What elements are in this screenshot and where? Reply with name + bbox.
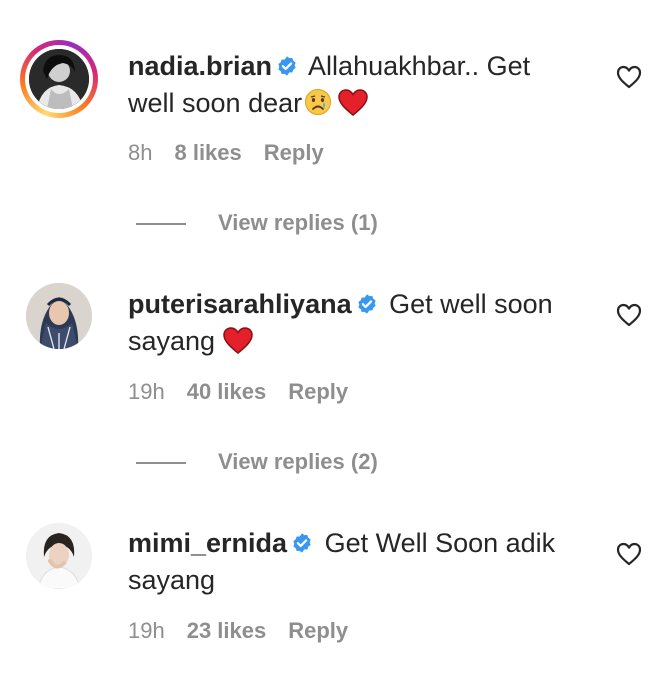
view-replies-label: View replies (1) <box>218 210 378 235</box>
comment-text-block: puterisarahliyana Get well soon sayang <box>128 286 568 360</box>
avatar[interactable] <box>20 40 98 118</box>
replies-divider <box>136 462 186 465</box>
reply-button[interactable]: Reply <box>288 379 348 404</box>
view-replies-label: View replies (2) <box>218 449 378 474</box>
sad-face-emoji-icon <box>305 89 332 115</box>
comment-time: 19h <box>128 379 165 404</box>
view-replies-button[interactable]: View replies (2) <box>136 449 378 475</box>
comment-text-block: nadia.brian Allahuakhbar.. Get well soon… <box>128 48 568 122</box>
comment-likes[interactable]: 40 likes <box>187 379 267 404</box>
red-heart-emoji-icon <box>223 327 253 354</box>
comment-username[interactable]: puterisarahliyana <box>128 289 352 319</box>
comment-text-block: mimi_ernida Get Well Soon adik sayang <box>128 525 568 599</box>
red-heart-emoji-icon <box>338 89 368 116</box>
replies-divider <box>136 223 186 226</box>
comment-likes[interactable]: 23 likes <box>187 618 267 643</box>
view-replies-button[interactable]: View replies (1) <box>136 210 378 236</box>
comment-time: 8h <box>128 140 153 165</box>
comment-likes[interactable]: 8 likes <box>174 140 241 165</box>
verified-badge-icon <box>293 533 311 553</box>
comment-meta: 19h 40 likes Reply <box>128 379 370 405</box>
comment-username[interactable]: nadia.brian <box>128 51 272 81</box>
like-heart-icon[interactable] <box>616 542 642 566</box>
comment-time: 19h <box>128 618 165 643</box>
reply-button[interactable]: Reply <box>264 140 324 165</box>
avatar[interactable] <box>26 523 92 589</box>
comment-username[interactable]: mimi_ernida <box>128 528 287 558</box>
avatar[interactable] <box>26 283 92 349</box>
reply-button[interactable]: Reply <box>288 618 348 643</box>
comment-meta: 8h 8 likes Reply <box>128 140 346 166</box>
avatar-photo <box>26 523 92 589</box>
like-heart-icon[interactable] <box>616 65 642 89</box>
avatar-photo <box>26 283 92 349</box>
verified-badge-icon <box>357 294 376 314</box>
comment-meta: 19h 23 likes Reply <box>128 618 370 644</box>
avatar-photo <box>29 49 89 109</box>
like-heart-icon[interactable] <box>616 303 642 327</box>
verified-badge-icon <box>278 56 296 76</box>
